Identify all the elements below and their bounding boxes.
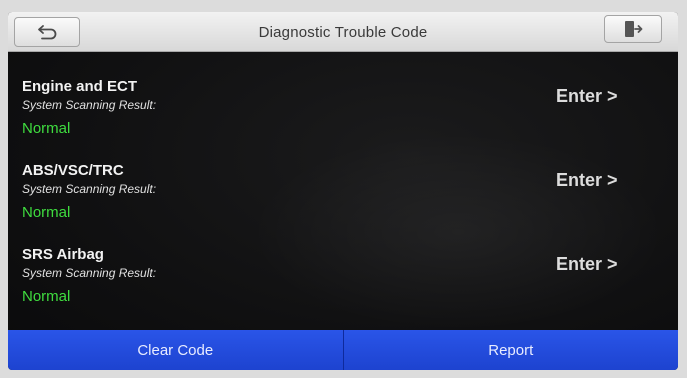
- page-title: Diagnostic Trouble Code: [258, 23, 428, 41]
- device-screen: Diagnostic Trouble Code Engine and ECT S…: [8, 12, 678, 370]
- clear-code-button[interactable]: Clear Code: [8, 330, 343, 370]
- exit-button[interactable]: [604, 15, 662, 43]
- scan-result-label: System Scanning Result:: [22, 266, 157, 280]
- exit-door-icon: [625, 21, 643, 37]
- system-row-abs[interactable]: ABS/VSC/TRC System Scanning Result: Norm…: [8, 162, 678, 246]
- back-arrow-icon: [38, 25, 57, 40]
- action-bar: Clear Code Report: [8, 330, 678, 370]
- system-name: SRS Airbag: [22, 246, 104, 263]
- enter-button[interactable]: Enter >: [556, 86, 618, 107]
- report-button[interactable]: Report: [342, 330, 678, 370]
- scan-status: Normal: [22, 204, 71, 221]
- enter-button[interactable]: Enter >: [556, 170, 618, 191]
- system-row-engine[interactable]: Engine and ECT System Scanning Result: N…: [8, 78, 678, 162]
- scan-status: Normal: [22, 120, 71, 137]
- enter-button[interactable]: Enter >: [556, 254, 618, 275]
- scan-result-label: System Scanning Result:: [22, 182, 157, 196]
- system-name: Engine and ECT: [22, 78, 138, 95]
- scan-status: Normal: [22, 288, 71, 305]
- back-button[interactable]: [14, 17, 80, 47]
- scan-result-label: System Scanning Result:: [22, 98, 157, 112]
- title-bar: Diagnostic Trouble Code: [8, 12, 678, 52]
- system-row-srs[interactable]: SRS Airbag System Scanning Result: Norma…: [8, 246, 678, 330]
- system-name: ABS/VSC/TRC: [22, 162, 124, 179]
